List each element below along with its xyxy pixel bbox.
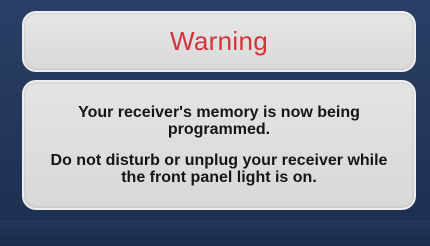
do-not-unplug-message: Do not disturb or unplug your receiver w… [50,152,388,186]
warning-title: Warning [170,26,268,56]
background-strip [0,220,430,246]
warning-title-panel: Warning [22,11,416,72]
warning-message-panel: Your receiver's memory is now being prog… [22,80,416,210]
programming-status-message: Your receiver's memory is now being prog… [78,104,360,138]
